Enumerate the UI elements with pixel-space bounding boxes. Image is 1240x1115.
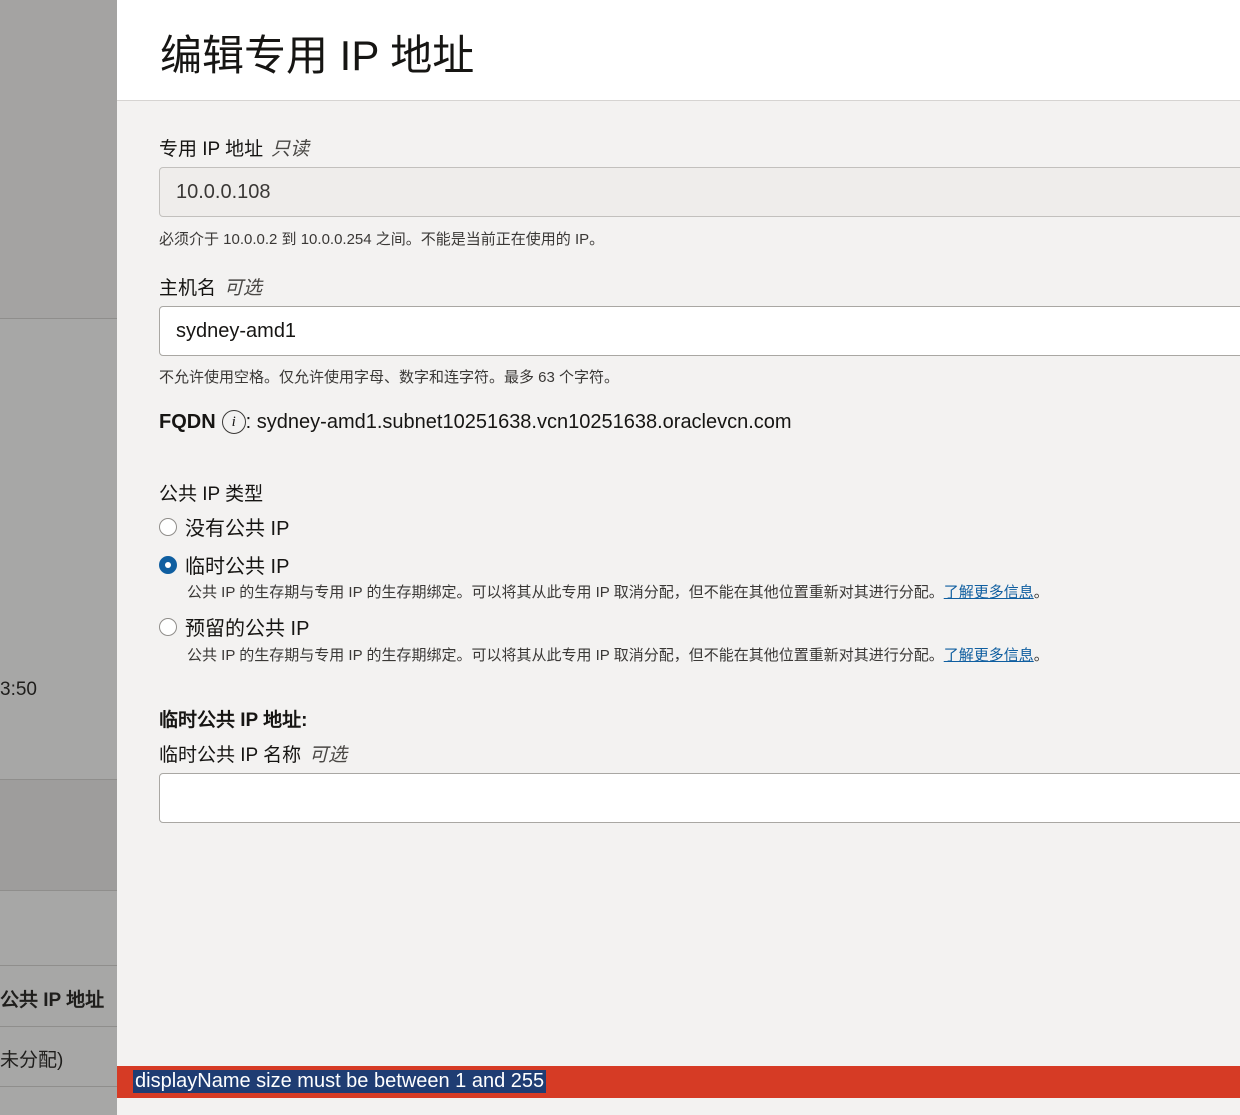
divider: [0, 1026, 117, 1027]
hostname-label: 主机名 可选: [159, 273, 262, 300]
panel-header: 编辑专用 IP 地址: [117, 0, 1240, 101]
divider: [0, 1086, 117, 1087]
private-ip-label: 专用 IP 地址 只读: [159, 134, 309, 161]
background-cell-value: 未分配): [0, 1050, 64, 1071]
radio-button-selected[interactable]: [159, 555, 177, 574]
panel-title: 编辑专用 IP 地址: [160, 32, 475, 79]
ephemeral-help-text: 公共 IP 的生存期与专用 IP 的生存期绑定。可以将其从此专用 IP 取消分配…: [187, 584, 944, 601]
learn-more-link[interactable]: 了解更多信息: [944, 584, 1034, 601]
fqdn-label: FQDN: [159, 410, 216, 433]
ephemeral-name-label: 临时公共 IP 名称 可选: [159, 740, 347, 767]
fqdn-value: : sydney-amd1.subnet10251638.vcn10251638…: [245, 410, 792, 433]
help-suffix: 。: [1033, 647, 1049, 664]
hostname-input[interactable]: [159, 306, 1240, 356]
reserved-help: 公共 IP 的生存期与专用 IP 的生存期绑定。可以将其从此专用 IP 取消分配…: [187, 644, 1049, 665]
radio-button[interactable]: [159, 617, 177, 636]
radio-label: 临时公共 IP: [185, 556, 290, 578]
background-section: [0, 0, 117, 318]
hostname-help: 不允许使用空格。仅允许使用字母、数字和连字符。最多 63 个字符。: [159, 369, 620, 386]
ephemeral-name-input[interactable]: [159, 773, 1240, 823]
public-ip-type-label: 公共 IP 类型: [159, 484, 264, 505]
radio-label: 预留的公共 IP: [185, 618, 310, 640]
panel-footer: [117, 1098, 1240, 1115]
private-ip-help: 必须介于 10.0.0.2 到 10.0.0.254 之间。不能是当前正在使用的…: [159, 231, 605, 248]
ephemeral-section-title: 临时公共 IP 地址:: [159, 710, 308, 731]
radio-reserved-public-ip[interactable]: 预留的公共 IP: [159, 612, 309, 641]
edit-private-ip-panel: 编辑专用 IP 地址 专用 IP 地址 只读 10.0.0.108 必须介于 10…: [117, 0, 1240, 1115]
private-ip-field: 10.0.0.108: [159, 167, 1240, 217]
reserved-help-text: 公共 IP 的生存期与专用 IP 的生存期绑定。可以将其从此专用 IP 取消分配…: [187, 647, 944, 664]
radio-no-public-ip[interactable]: 没有公共 IP: [159, 512, 289, 541]
ephemeral-help: 公共 IP 的生存期与专用 IP 的生存期绑定。可以将其从此专用 IP 取消分配…: [187, 581, 1049, 602]
error-message: displayName size must be between 1 and 2…: [133, 1070, 547, 1093]
fqdn-row: FQDN i : sydney-amd1.subnet10251638.vcn1…: [159, 410, 792, 434]
private-ip-label-text: 专用 IP 地址: [159, 139, 264, 160]
hostname-label-text: 主机名: [159, 278, 217, 299]
background-page: 3:50 公共 IP 地址 未分配): [0, 0, 117, 1115]
optional-tag: 可选: [224, 278, 263, 299]
ephemeral-name-label-text: 临时公共 IP 名称: [159, 745, 302, 766]
divider: [0, 318, 117, 319]
radio-button[interactable]: [159, 517, 177, 536]
error-banner: displayName size must be between 1 and 2…: [117, 1066, 1240, 1098]
background-column-header: 公共 IP 地址: [0, 990, 105, 1011]
info-icon[interactable]: i: [221, 410, 246, 434]
help-suffix: 。: [1033, 584, 1049, 601]
radio-label: 没有公共 IP: [185, 518, 290, 540]
readonly-tag: 只读: [271, 139, 310, 160]
radio-ephemeral-public-ip[interactable]: 临时公共 IP: [159, 550, 289, 579]
background-section: [0, 780, 117, 890]
optional-tag: 可选: [309, 745, 348, 766]
learn-more-link[interactable]: 了解更多信息: [944, 647, 1034, 664]
divider: [0, 890, 117, 891]
divider: [0, 965, 117, 966]
background-time-text: 3:50: [0, 679, 37, 700]
